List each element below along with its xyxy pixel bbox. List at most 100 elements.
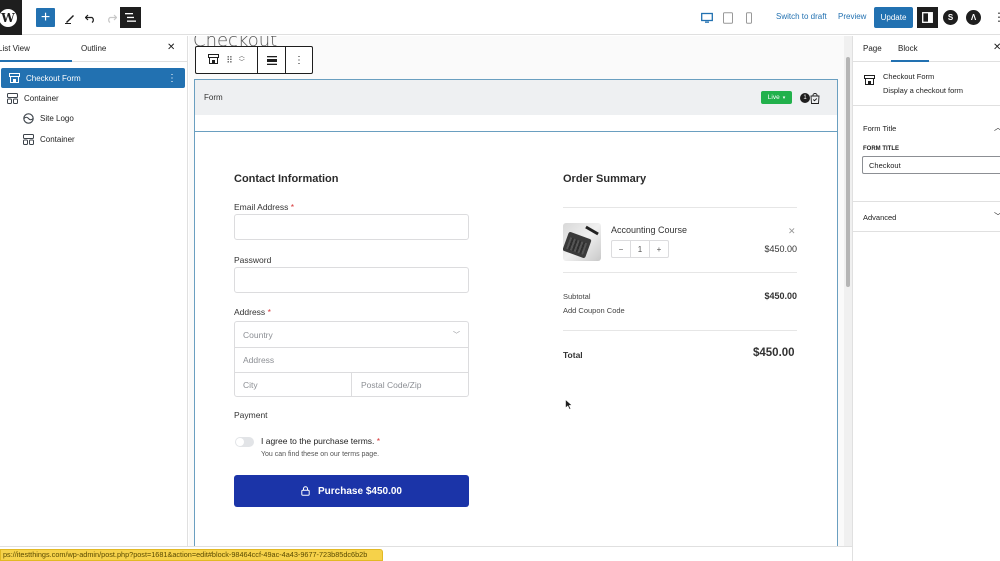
tab-outline[interactable]: Outline: [81, 44, 106, 53]
tab-block[interactable]: Block: [898, 44, 918, 53]
subtotal-label: Subtotal: [563, 292, 591, 301]
mouse-cursor-icon: [565, 399, 573, 410]
form-block-header: Form Live ▾ 1: [195, 80, 837, 115]
product-image: [563, 223, 601, 261]
redo-button[interactable]: [103, 8, 119, 28]
wordpress-logo-button[interactable]: W: [0, 0, 22, 35]
contact-information-heading: Contact Information: [234, 173, 339, 185]
store-icon[interactable]: [208, 51, 220, 69]
chevron-down-icon: ﹀: [453, 332, 460, 339]
address-label: Address *: [234, 307, 271, 317]
redo-icon: [107, 14, 117, 23]
block-card: Checkout Form Display a checkout form: [853, 62, 1000, 106]
list-view-tabs: List View Outline ✕: [0, 36, 187, 62]
link-url-status: ps://itestthings.com/wp-admin/post.php?p…: [0, 549, 383, 561]
tree-item-container-nested[interactable]: Container: [0, 129, 185, 149]
chevron-down-icon[interactable]: ﹀: [239, 60, 245, 66]
astra-plugin-icon[interactable]: Λ: [966, 10, 981, 25]
align-wide-icon: [266, 55, 277, 65]
summary-divider: [563, 330, 797, 331]
canvas-scrollbar-thumb[interactable]: [846, 57, 850, 287]
quantity-decrease-button[interactable]: −: [612, 241, 630, 257]
align-button[interactable]: [258, 47, 286, 73]
cart-count-badge: 1: [800, 93, 810, 103]
pencil-icon: [65, 15, 74, 24]
form-title-panel-body: FORM TITLE Checkout: [853, 146, 1000, 202]
add-coupon-link[interactable]: Add Coupon Code: [563, 306, 625, 315]
remove-item-icon[interactable]: ✕: [788, 226, 796, 237]
form-title-panel-toggle[interactable]: Form Title ︿: [853, 106, 1000, 133]
chevron-down-icon: ﹀: [994, 211, 1000, 222]
quantity-stepper: − 1 +: [611, 240, 669, 258]
live-status-dropdown[interactable]: Live ▾: [761, 91, 792, 104]
tree-item-label: Site Logo: [40, 113, 74, 123]
form-title-panel-heading: Form Title: [863, 124, 897, 133]
tree-item-label: Container: [24, 93, 59, 103]
address-label-text: Address: [234, 307, 266, 317]
line-item-price: $450.00: [764, 244, 797, 254]
item-options-icon[interactable]: ⋮: [167, 73, 177, 84]
address-fieldset: Country ﹀ Address City Postal Code/Zip: [234, 321, 469, 397]
tree-item-checkout-form[interactable]: Checkout Form ⋮: [1, 68, 185, 88]
surecart-plugin-icon[interactable]: S: [943, 10, 958, 25]
block-options-icon[interactable]: ⋮: [286, 47, 312, 73]
store-icon: [8, 72, 20, 84]
terms-label: I agree to the purchase terms. *: [261, 436, 380, 446]
switch-to-draft-button[interactable]: Switch to draft: [776, 12, 827, 21]
address-field[interactable]: Address: [235, 347, 468, 372]
password-label: Password: [234, 255, 272, 265]
site-logo-icon: [22, 112, 34, 124]
close-icon[interactable]: ✕: [167, 42, 175, 53]
tablet-icon: [723, 12, 733, 24]
form-title-panel: Form Title ︿: [853, 106, 1000, 146]
container-icon: [22, 133, 34, 145]
tree-item-site-logo[interactable]: Site Logo: [0, 108, 185, 128]
required-asterisk: *: [290, 202, 295, 212]
form-title-input[interactable]: Checkout: [862, 156, 1000, 174]
city-field[interactable]: City: [235, 372, 352, 397]
document-overview-button[interactable]: [120, 7, 141, 28]
tab-list-view[interactable]: List View: [0, 44, 30, 53]
quantity-value[interactable]: 1: [630, 241, 649, 257]
order-summary-heading: Order Summary: [563, 173, 647, 185]
country-placeholder: Country: [243, 329, 273, 340]
options-menu-icon[interactable]: ⋮: [993, 10, 1000, 24]
tab-page[interactable]: Page: [863, 44, 882, 53]
desktop-preview-button[interactable]: [701, 11, 713, 23]
postal-code-placeholder: Postal Code/Zip: [361, 380, 422, 390]
block-inserter-button[interactable]: +: [36, 8, 55, 27]
tree-item-container[interactable]: Container: [0, 88, 185, 108]
email-field[interactable]: [234, 214, 469, 240]
advanced-panel-toggle[interactable]: Advanced ﹀: [853, 202, 1000, 232]
move-up-down-icon[interactable]: ︿ ﹀: [239, 54, 245, 66]
live-status-label: Live: [767, 94, 780, 101]
quantity-increase-button[interactable]: +: [649, 241, 668, 257]
undo-button[interactable]: [82, 8, 98, 28]
country-select[interactable]: Country ﹀: [235, 322, 468, 347]
tablet-preview-button[interactable]: [722, 11, 734, 24]
update-button[interactable]: Update: [874, 7, 913, 28]
tools-pen-button[interactable]: [62, 8, 78, 28]
mobile-preview-button[interactable]: [743, 11, 755, 24]
settings-sidebar-toggle[interactable]: [917, 7, 938, 28]
purchase-button-label: Purchase $450.00: [318, 485, 402, 497]
store-icon: [864, 72, 875, 90]
password-field[interactable]: [234, 267, 469, 293]
terms-label-text: I agree to the purchase terms.: [261, 436, 375, 446]
drag-handle-icon[interactable]: ⠿: [226, 55, 233, 66]
lock-icon: [301, 486, 310, 496]
editor-top-toolbar: W + Switch to draft Preview Update S Λ ⋮: [0, 0, 1000, 35]
purchase-button[interactable]: Purchase $450.00: [234, 475, 469, 507]
cart-icon[interactable]: [810, 91, 820, 104]
terms-toggle[interactable]: [235, 437, 254, 447]
email-label: Email Address *: [234, 202, 294, 212]
chevron-up-icon: ︿: [994, 122, 1000, 133]
postal-code-field[interactable]: Postal Code/Zip: [352, 372, 468, 397]
required-asterisk: *: [267, 307, 271, 317]
checkout-form-block[interactable]: Form Live ▾ 1 Contact Information Email …: [194, 79, 838, 546]
form-block-divider: [195, 131, 837, 132]
close-icon[interactable]: ✕: [993, 42, 1000, 53]
preview-button[interactable]: Preview: [838, 12, 866, 21]
form-title-field-label: FORM TITLE: [863, 146, 899, 152]
summary-divider: [563, 272, 797, 273]
